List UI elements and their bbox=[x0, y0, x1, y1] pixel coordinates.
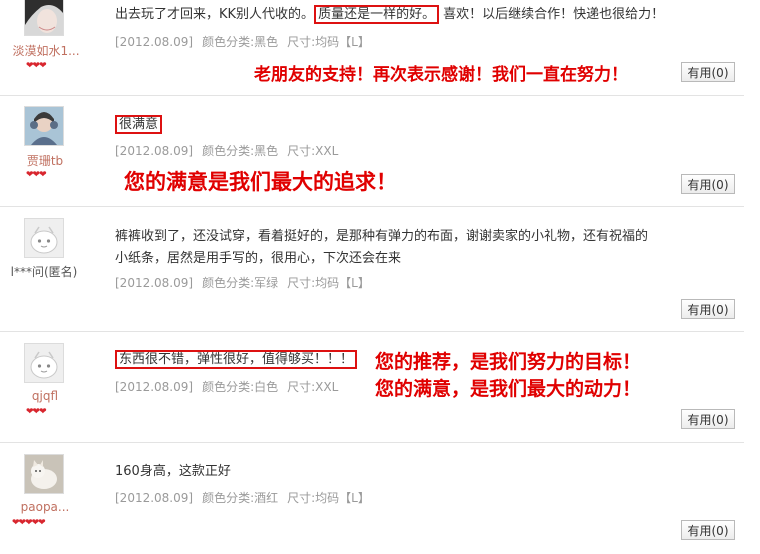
review-color: 颜色分类:军绿 bbox=[202, 276, 279, 290]
seller-reply: 您的推荐，是我们努力的目标！ bbox=[375, 351, 642, 373]
anonymous-avatar-icon[interactable] bbox=[24, 343, 64, 383]
review-content: 出去玩了才回来，KK别人代收的。 质量还是一样的好。 喜欢！以后继续合作！快递也很给… bbox=[115, 4, 705, 26]
review-meta: [2012.08.09] 颜色分类:白色 尺寸:XXL bbox=[115, 378, 347, 395]
review-meta: [2012.08.09] 颜色分类:军绿 尺寸:均码【L】 bbox=[115, 274, 379, 291]
review-text: 出去玩了才回来，KK别人代收的。 bbox=[115, 7, 315, 22]
heart-rating-icon: ❤❤❤❤❤ bbox=[12, 518, 46, 528]
seller-reply: 您的满意是我们最大的追求！ bbox=[124, 169, 397, 194]
review-date: [2012.08.09] bbox=[115, 491, 194, 505]
review-color: 颜色分类:黑色 bbox=[202, 144, 279, 158]
review-size: 尺寸:均码【L】 bbox=[287, 276, 370, 290]
username[interactable]: 贾珊tb bbox=[3, 152, 87, 169]
review-meta: [2012.08.09] 颜色分类:黑色 尺寸:XXL bbox=[115, 142, 347, 159]
review-text: 160身高，这款正好 bbox=[115, 464, 231, 479]
heart-rating-icon: ❤❤❤ bbox=[26, 170, 47, 180]
review-size: 尺寸:均码【L】 bbox=[287, 491, 370, 505]
review-highlight: 质量还是一样的好。 bbox=[314, 5, 440, 24]
heart-rating-icon: ❤❤❤ bbox=[26, 61, 47, 71]
seller-reply: 老朋友的支持！再次表示感谢！我们一直在努力！ bbox=[254, 65, 628, 85]
review-content: 很满意 bbox=[115, 114, 705, 136]
review-item: qjqfl ❤❤❤ 东西很不错，弹性很好，值得够买！！！ [2012.08.09… bbox=[0, 332, 744, 443]
avatar[interactable] bbox=[24, 106, 64, 146]
username[interactable]: 淡漠如水1... bbox=[4, 42, 88, 59]
review-date: [2012.08.09] bbox=[115, 144, 194, 158]
username: l***问(匿名) bbox=[10, 265, 78, 279]
review-item: l***问(匿名) 裤裤收到了，还没试穿，看着挺好的，是那种有弹力的布面，谢谢卖… bbox=[0, 207, 744, 332]
review-size: 尺寸:XXL bbox=[287, 380, 339, 394]
review-item: 贾珊tb ❤❤❤ 很满意 [2012.08.09] 颜色分类:黑色 尺寸:XXL 您… bbox=[0, 96, 744, 207]
review-text: 小纸条，居然是用手写的，很用心，下次还会在来 bbox=[115, 251, 402, 266]
review-text: 喜欢！以后继续合作！快递也很给力！ bbox=[443, 7, 665, 22]
useful-button[interactable]: 有用(0) bbox=[681, 520, 735, 540]
review-size: 尺寸:均码【L】 bbox=[287, 35, 370, 49]
review-content: 160身高，这款正好 bbox=[115, 461, 705, 483]
review-size: 尺寸:XXL bbox=[287, 144, 339, 158]
review-date: [2012.08.09] bbox=[115, 35, 194, 49]
review-highlight: 东西很不错，弹性很好，值得够买！！！ bbox=[115, 350, 358, 369]
useful-button[interactable]: 有用(0) bbox=[681, 299, 735, 319]
review-text: 裤裤收到了，还没试穿，看着挺好的，是那种有弹力的布面，谢谢卖家的小礼物，还有祝福… bbox=[115, 229, 649, 244]
avatar[interactable] bbox=[24, 0, 64, 36]
review-meta: [2012.08.09] 颜色分类:黑色 尺寸:均码【L】 bbox=[115, 33, 379, 50]
review-color: 颜色分类:白色 bbox=[202, 380, 279, 394]
useful-button[interactable]: 有用(0) bbox=[681, 409, 735, 429]
useful-button[interactable]: 有用(0) bbox=[681, 174, 735, 194]
review-item: 淡漠如水1... ❤❤❤ 出去玩了才回来，KK别人代收的。 质量还是一样的好。 喜欢… bbox=[0, 0, 744, 96]
username[interactable]: qjqfl bbox=[3, 389, 87, 403]
review-item: paopa... ❤❤❤❤❤ 160身高，这款正好 [2012.08.09] 颜色… bbox=[0, 443, 744, 554]
heart-rating-icon: ❤❤❤ bbox=[26, 407, 47, 417]
review-date: [2012.08.09] bbox=[115, 276, 194, 290]
avatar[interactable] bbox=[24, 454, 64, 494]
review-meta: [2012.08.09] 颜色分类:酒红 尺寸:均码【L】 bbox=[115, 489, 379, 506]
username[interactable]: paopa... bbox=[3, 500, 87, 514]
seller-reply: 您的满意，是我们最大的动力！ bbox=[375, 378, 642, 400]
anonymous-avatar-icon[interactable] bbox=[24, 218, 64, 258]
review-color: 颜色分类:黑色 bbox=[202, 35, 279, 49]
useful-button[interactable]: 有用(0) bbox=[681, 62, 735, 82]
review-highlight: 很满意 bbox=[115, 115, 163, 134]
review-content: 裤裤收到了，还没试穿，看着挺好的，是那种有弹力的布面，谢谢卖家的小礼物，还有祝福… bbox=[115, 226, 705, 270]
review-color: 颜色分类:酒红 bbox=[202, 491, 279, 505]
review-date: [2012.08.09] bbox=[115, 380, 194, 394]
